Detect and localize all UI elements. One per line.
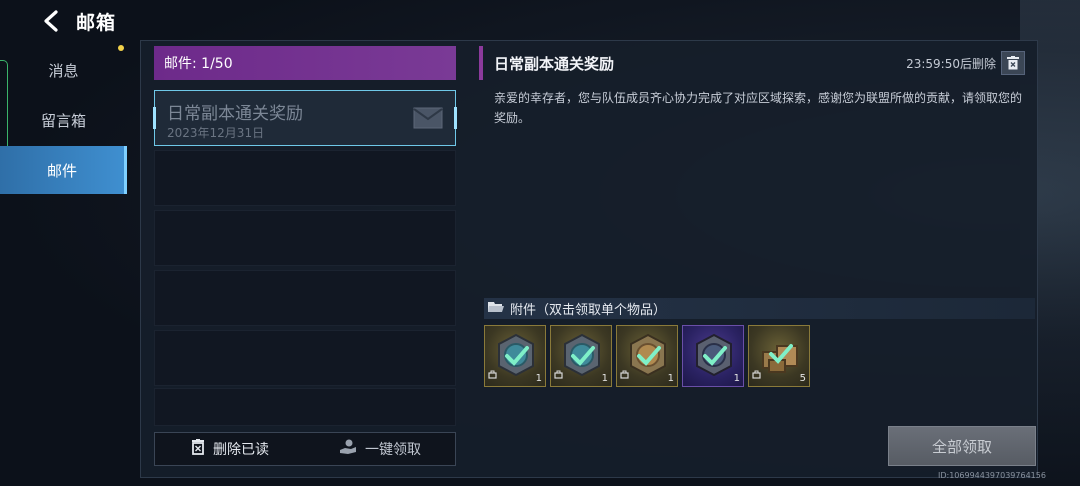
crate-icon: [630, 333, 666, 377]
collect-one-click-button[interactable]: 一键领取: [305, 433, 455, 465]
collect-one-click-label: 一键领取: [365, 442, 421, 458]
player-id: ID:1069944397039764156: [938, 471, 1046, 480]
tab-label: 留言箱: [40, 111, 86, 130]
attachment-item[interactable]: 1: [616, 325, 678, 387]
expiry-timer: 23:59:50后删除: [906, 57, 996, 71]
empty-mail-slot: [154, 388, 456, 426]
detail-title-accent: [479, 46, 483, 80]
chevron-left-icon[interactable]: [38, 8, 64, 34]
item-quantity: 1: [535, 373, 542, 384]
folder-icon: [488, 301, 504, 317]
notification-dot: [118, 45, 124, 51]
empty-mail-slot: [154, 330, 456, 386]
tab-guestbook[interactable]: 留言箱: [0, 96, 127, 144]
attachments-header: 附件（双击领取单个物品）: [484, 298, 1035, 319]
header: 邮箱: [38, 6, 116, 36]
tab-mail[interactable]: 邮件: [0, 146, 127, 194]
attachment-item[interactable]: 1: [682, 325, 744, 387]
empty-mail-slot: [154, 150, 456, 206]
crate-icon: [696, 333, 732, 377]
collect-all-label: 全部领取: [931, 437, 992, 456]
delete-read-button[interactable]: 删除已读: [155, 433, 305, 465]
crate-icon: [498, 333, 534, 377]
collect-all-button[interactable]: 全部领取: [888, 426, 1036, 466]
attachment-item[interactable]: 1: [550, 325, 612, 387]
mail-list-item[interactable]: 日常副本通关奖励 2023年12月31日: [153, 90, 457, 146]
attachment-items: 1 1 1 1 5: [484, 325, 810, 387]
trash-icon: [191, 439, 205, 459]
item-quantity: 5: [799, 373, 806, 384]
bag-icon: [554, 364, 563, 383]
mail-list-actions: 删除已读 一键领取: [154, 432, 456, 466]
item-quantity: 1: [667, 373, 674, 384]
mail-item-date: 2023年12月31日: [167, 126, 265, 140]
delete-mail-icon[interactable]: [1001, 51, 1025, 75]
tab-label: 消息: [48, 61, 79, 80]
supply-boxes-icon: [762, 344, 798, 373]
envelope-icon: [413, 107, 443, 133]
mail-item-title: 日常副本通关奖励: [167, 104, 303, 124]
attachment-item[interactable]: 1: [484, 325, 546, 387]
empty-mail-slot: [154, 210, 456, 266]
delete-read-label: 删除已读: [213, 442, 269, 458]
crate-icon: [564, 333, 600, 377]
bag-icon: [752, 364, 761, 383]
hand-receive-icon: [339, 439, 357, 459]
item-quantity: 1: [733, 373, 740, 384]
empty-mail-slot: [154, 270, 456, 326]
attachments-label: 附件（双击领取单个物品）: [510, 303, 667, 318]
bag-icon: [620, 364, 629, 383]
mail-count-header: 邮件: 1/50: [154, 46, 456, 80]
mail-count: 邮件: 1/50: [164, 56, 233, 72]
mail-body-text: 亲爱的幸存者，您与队伍成员齐心协力完成了对应区域探索，感谢您为联盟所做的贡献，请…: [494, 91, 1023, 125]
item-quantity: 1: [601, 373, 608, 384]
page-title: 邮箱: [76, 11, 117, 34]
bag-icon: [488, 364, 497, 383]
mail-detail-title: 日常副本通关奖励: [494, 55, 615, 73]
tab-label: 邮件: [46, 161, 77, 180]
attachment-item[interactable]: 5: [748, 325, 810, 387]
tab-messages[interactable]: 消息: [0, 46, 127, 94]
